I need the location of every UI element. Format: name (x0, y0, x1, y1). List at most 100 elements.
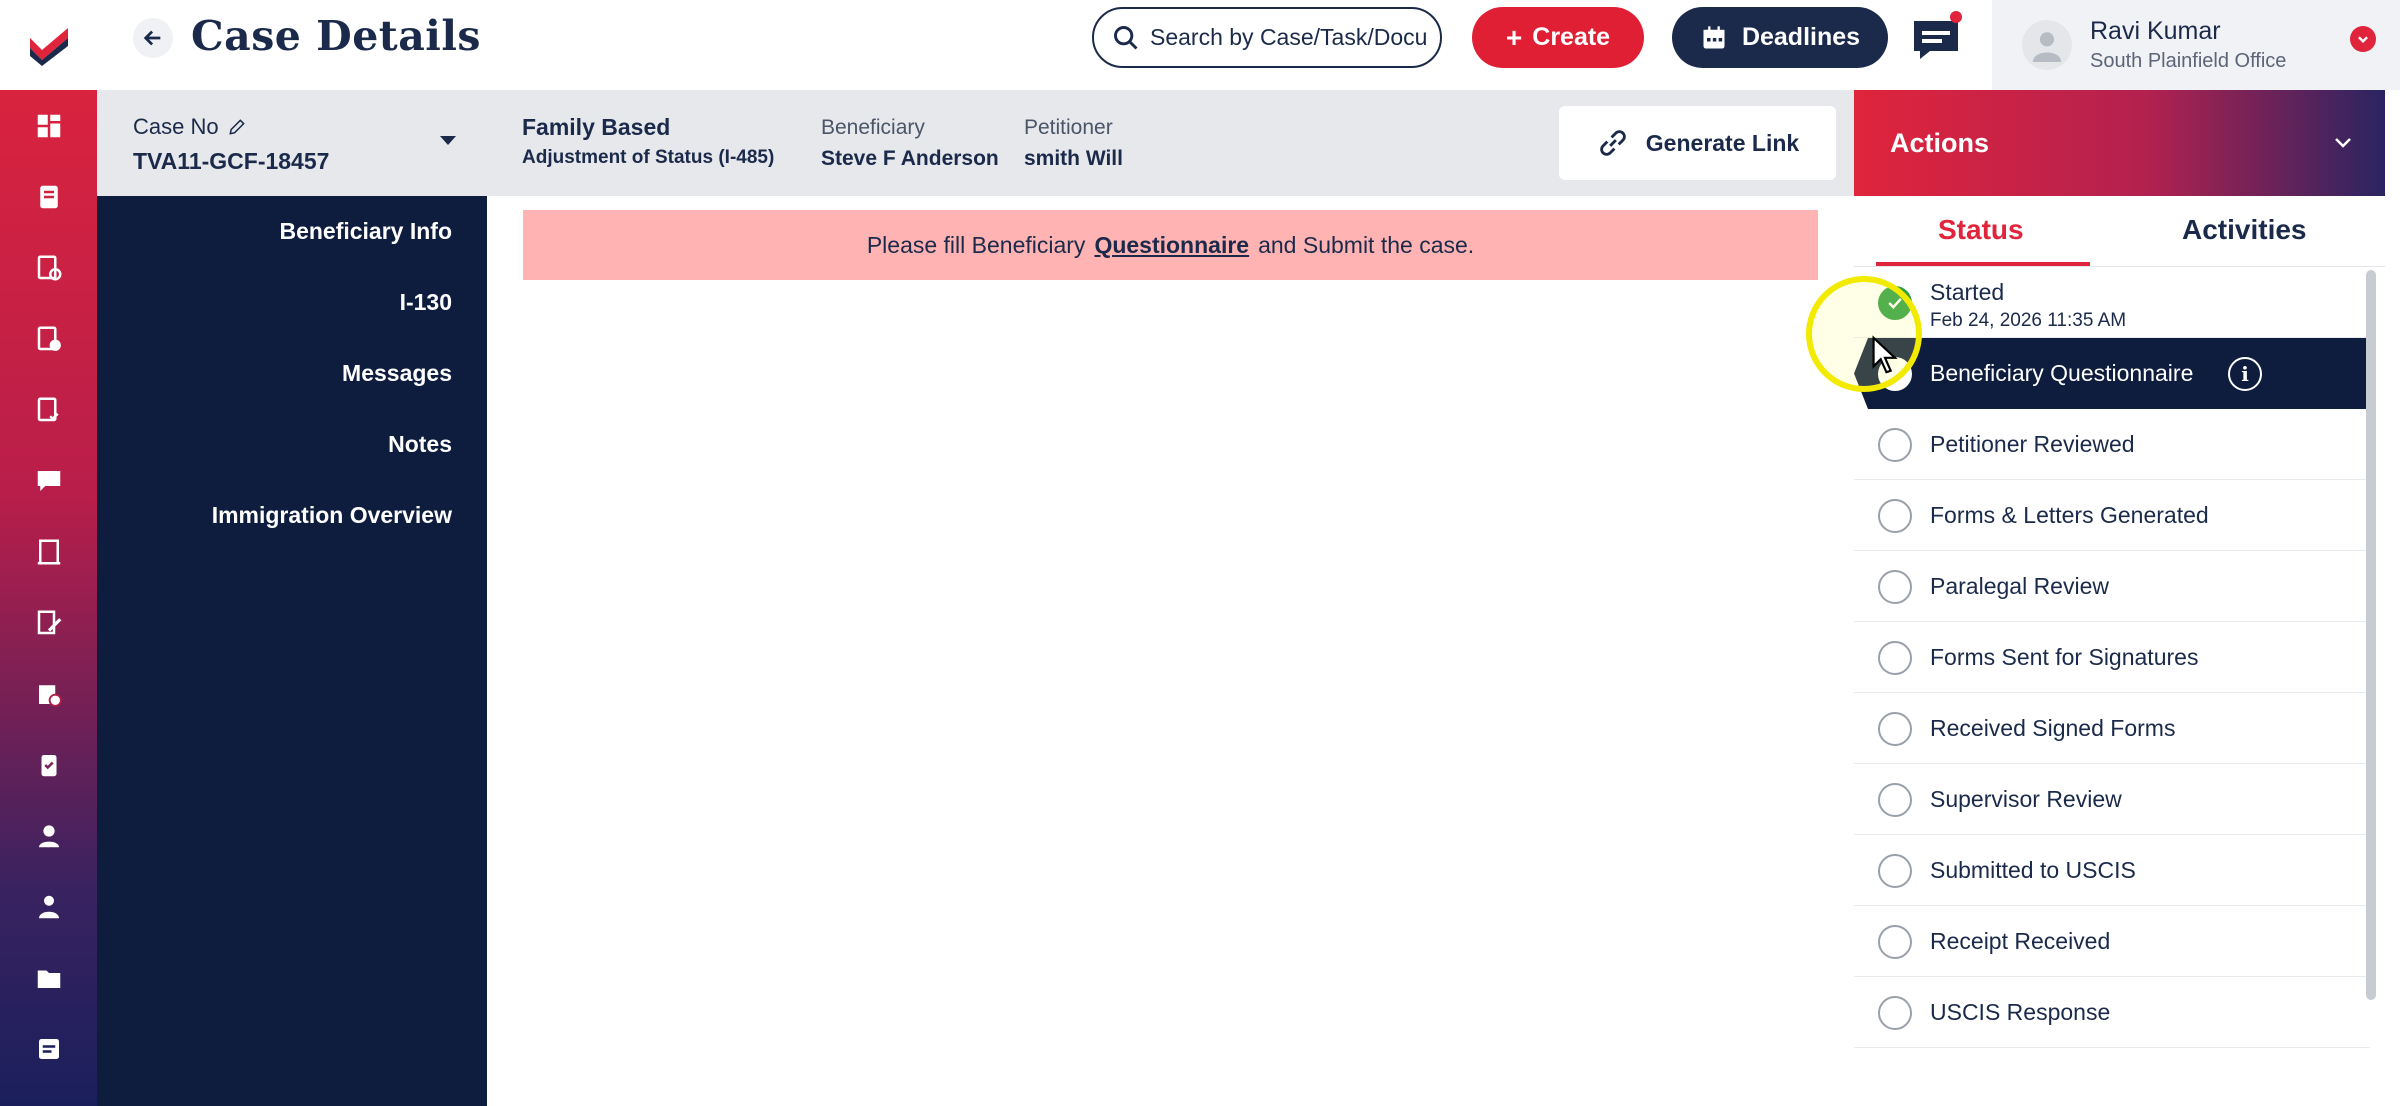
user-menu[interactable]: Ravi Kumar South Plainfield Office (1992, 0, 2400, 90)
rail-notes[interactable] (0, 1013, 97, 1084)
status-step[interactable]: Started Feb 24, 2026 11:35 AM (1854, 267, 2370, 338)
rail-reports[interactable] (0, 516, 97, 587)
status-step-current[interactable]: Beneficiary Questionnaire i (1854, 338, 2370, 409)
info-icon[interactable]: i (2228, 357, 2262, 391)
chevron-down-icon[interactable] (2350, 26, 2376, 52)
tab-status[interactable]: Status (1938, 214, 2024, 246)
rail-billing[interactable] (0, 303, 97, 374)
circle-icon (1878, 570, 1912, 604)
deadlines-button[interactable]: Deadlines (1672, 7, 1888, 68)
status-step[interactable]: Forms & Letters Generated (1854, 480, 2370, 551)
step-label: Receipt Received (1930, 928, 2111, 954)
step-label: USCIS Response (1930, 999, 2111, 1025)
link-icon (1600, 130, 1626, 156)
status-step[interactable]: USCIS Response (1854, 977, 2370, 1048)
circle-icon (1878, 641, 1912, 675)
rail-dashboard[interactable] (0, 90, 97, 161)
case-nav-messages[interactable]: Messages (342, 360, 452, 387)
alert-suffix: and Submit the case. (1258, 231, 1475, 258)
folder-icon (37, 970, 60, 988)
rail-team[interactable] (0, 871, 97, 942)
rail-approvals[interactable] (0, 658, 97, 729)
deadlines-label: Deadlines (1741, 23, 1861, 51)
rail-tasks[interactable] (0, 374, 97, 445)
chevron-down-icon[interactable] (2331, 130, 2355, 154)
rail-folder[interactable] (0, 942, 97, 1013)
case-nav-notes[interactable]: Notes (388, 431, 452, 458)
edit-icon[interactable] (227, 117, 247, 137)
beneficiary-name: Steve F Anderson (821, 147, 999, 170)
rail-documents[interactable] (0, 232, 97, 303)
check-circle-icon (1878, 286, 1912, 320)
case-subtype: Adjustment of Status (I-485) (522, 147, 775, 168)
actions-header[interactable]: Actions (1854, 90, 2385, 196)
person-icon (38, 824, 59, 847)
actions-title: Actions (1890, 128, 1990, 158)
rail-chat[interactable] (0, 445, 97, 516)
status-step[interactable]: Submitted to USCIS (1854, 835, 2370, 906)
reports-icon (37, 539, 60, 564)
status-step[interactable]: Petitioner Reviewed (1854, 409, 2370, 480)
cases-icon (39, 185, 58, 208)
tasks-icon (37, 397, 59, 421)
create-button[interactable]: + Create (1472, 7, 1644, 68)
status-step[interactable]: Forms Sent for Signatures (1854, 622, 2370, 693)
step-date: Feb 24, 2026 11:35 AM (1930, 310, 2127, 331)
step-label: Forms Sent for Signatures (1930, 644, 2199, 670)
search-icon (1114, 25, 1138, 50)
status-step[interactable]: Receipt Received (1854, 906, 2370, 977)
top-header: Case Details + Create Deadlines Ravi Kum… (97, 0, 2400, 90)
questionnaire-link[interactable]: Questionnaire (1094, 232, 1249, 259)
step-label: Petitioner Reviewed (1930, 431, 2135, 457)
forms-icon (37, 610, 61, 634)
dashboard-icon (37, 114, 60, 137)
circle-icon (1878, 783, 1912, 817)
alert-banner: Please fill Beneficiary Questionnaire an… (523, 210, 1818, 280)
rail-cases[interactable] (0, 161, 97, 232)
status-step[interactable]: Paralegal Review (1854, 551, 2370, 622)
step-label: Forms & Letters Generated (1930, 502, 2209, 528)
app-logo[interactable] (0, 0, 97, 90)
step-label: Supervisor Review (1930, 786, 2122, 812)
billing-icon (37, 326, 61, 351)
status-step[interactable]: Supervisor Review (1854, 764, 2370, 835)
beneficiary-label: Beneficiary (821, 116, 925, 139)
rail-person[interactable] (0, 800, 97, 871)
user-icon (2032, 32, 2062, 62)
generate-link-button[interactable]: Generate Link (1559, 106, 1836, 180)
notification-dot (1950, 11, 1962, 23)
arrow-left-icon (143, 30, 161, 46)
circle-icon (1878, 712, 1912, 746)
generate-link-label: Generate Link (1645, 129, 1800, 156)
case-nav-beneficiary-info[interactable]: Beneficiary Info (279, 218, 452, 245)
caret-down-icon[interactable] (439, 134, 457, 148)
panel-scrollbar[interactable] (2366, 270, 2376, 1000)
circle-icon (1878, 357, 1912, 391)
status-steps: Started Feb 24, 2026 11:35 AM Beneficiar… (1854, 267, 2370, 1048)
notes-icon (38, 1038, 59, 1059)
case-type: Family Based (522, 114, 671, 140)
case-nav-i130[interactable]: I-130 (400, 289, 452, 316)
team-icon (38, 895, 59, 918)
case-nav-immigration-overview[interactable]: Immigration Overview (212, 502, 452, 529)
avatar (2022, 20, 2072, 70)
tab-activities[interactable]: Activities (2182, 214, 2307, 246)
user-name: Ravi Kumar (2090, 17, 2221, 45)
search-box[interactable] (1092, 7, 1442, 68)
status-step[interactable]: Received Signed Forms (1854, 693, 2370, 764)
rail-clipboard[interactable] (0, 729, 97, 800)
back-button[interactable] (133, 18, 173, 58)
page-title: Case Details (191, 12, 482, 60)
case-sidebar: Beneficiary Info I-130 Messages Notes Im… (97, 196, 487, 1106)
rail-forms[interactable] (0, 587, 97, 658)
circle-icon (1878, 428, 1912, 462)
case-no-label-group: Case No (133, 114, 247, 140)
messages-button[interactable] (1910, 11, 1962, 63)
case-info-bar: Case No TVA11-GCF-18457 Family Based Adj… (97, 90, 1854, 196)
circle-icon (1878, 925, 1912, 959)
petitioner-label: Petitioner (1024, 116, 1113, 139)
circle-icon (1878, 996, 1912, 1030)
logo-icon (29, 28, 68, 66)
search-input[interactable] (1150, 24, 1430, 51)
left-rail (0, 0, 97, 1106)
